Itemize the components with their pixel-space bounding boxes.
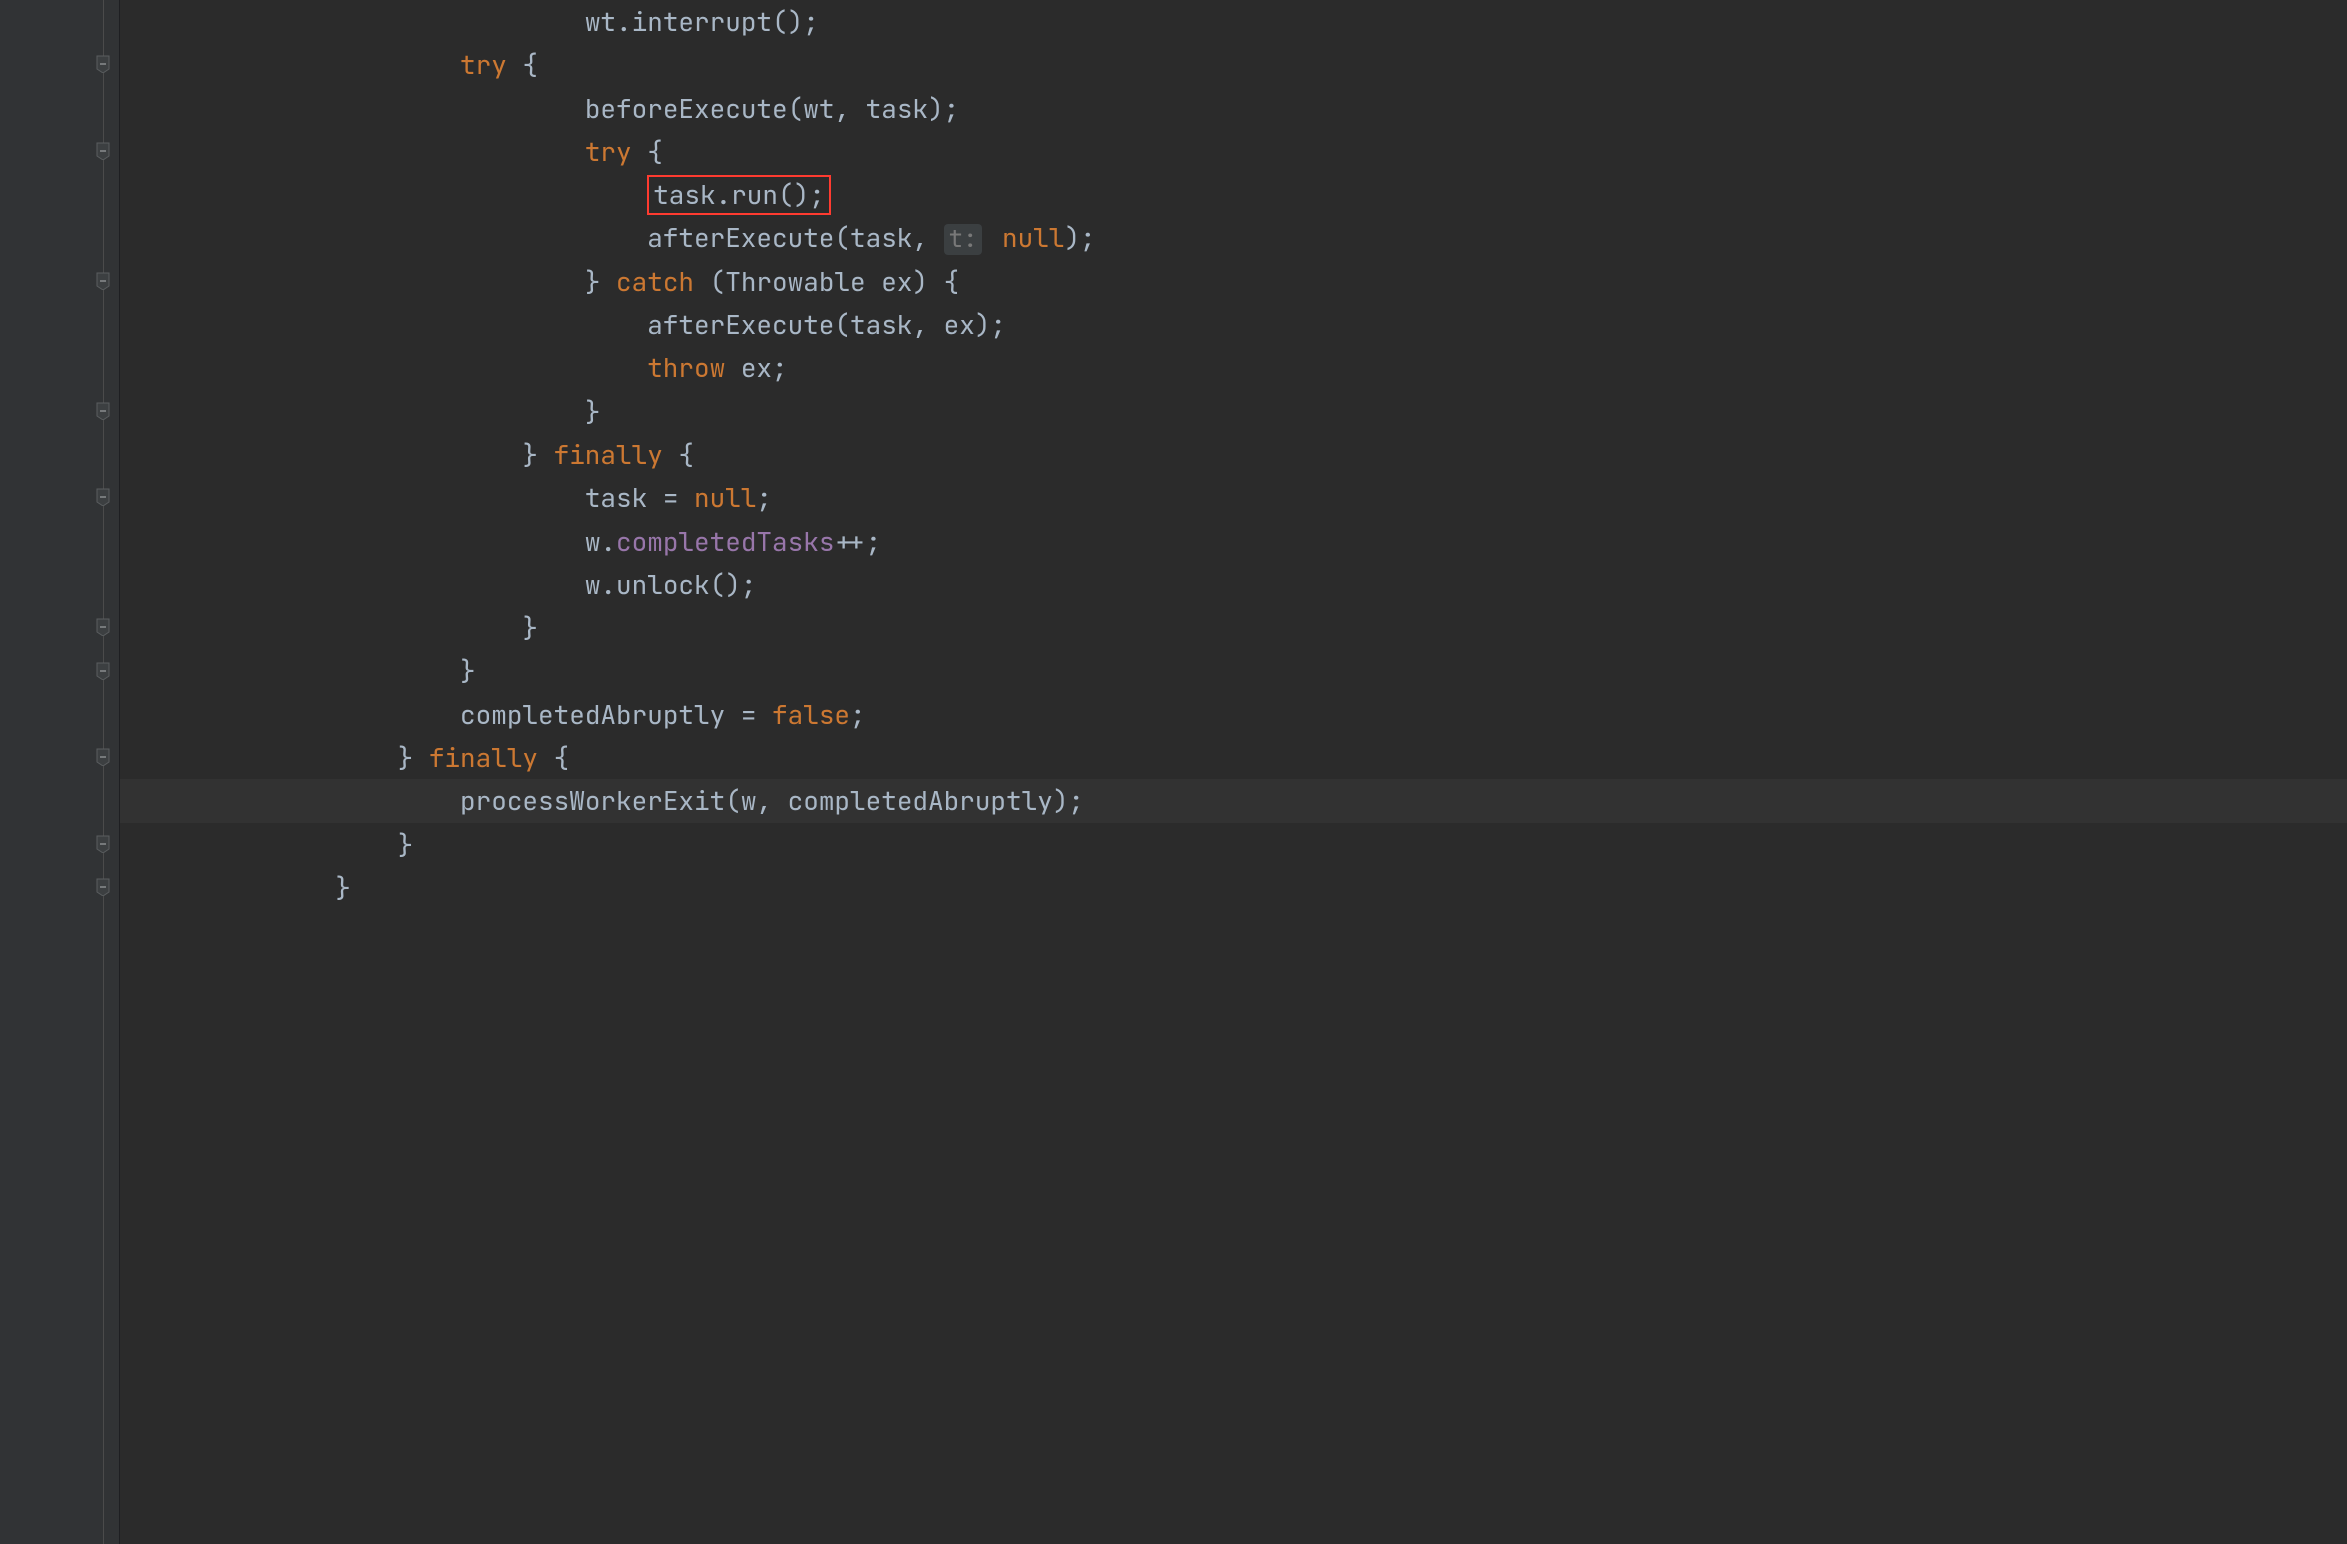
code-token: try bbox=[460, 47, 507, 82]
indent bbox=[148, 4, 585, 39]
code-token: { bbox=[632, 134, 663, 169]
code-token: } bbox=[585, 394, 601, 429]
code-token: } bbox=[585, 264, 616, 299]
code-token: (Throwable ex) { bbox=[694, 264, 959, 299]
code-line[interactable]: wt.interrupt(); bbox=[120, 0, 2347, 43]
indent bbox=[148, 394, 585, 429]
code-line[interactable]: } catch (Throwable ex) { bbox=[120, 260, 2347, 303]
indent bbox=[148, 610, 522, 645]
code-token: { bbox=[663, 437, 694, 472]
fold-toggle-icon[interactable] bbox=[94, 55, 112, 73]
code-line[interactable]: } finally { bbox=[120, 736, 2347, 779]
indent bbox=[148, 264, 585, 299]
code-editor[interactable]: wt.interrupt(); try { beforeExecute(wt, … bbox=[0, 0, 2347, 1544]
fold-toggle-icon[interactable] bbox=[94, 142, 112, 160]
code-token: task.run(); bbox=[653, 177, 825, 212]
code-token: } bbox=[522, 437, 553, 472]
code-line[interactable]: } bbox=[120, 866, 2347, 909]
indent bbox=[148, 827, 398, 862]
indent bbox=[148, 91, 585, 126]
parameter-hint: t: bbox=[944, 224, 983, 255]
indent bbox=[148, 740, 398, 775]
code-line[interactable]: try { bbox=[120, 43, 2347, 86]
code-line[interactable]: } bbox=[120, 390, 2347, 433]
highlighted-box: task.run(); bbox=[647, 175, 831, 215]
code-token: null bbox=[1002, 220, 1064, 255]
code-line[interactable]: completedAbruptly = false; bbox=[120, 693, 2347, 736]
indent bbox=[148, 177, 647, 212]
code-line[interactable]: } bbox=[120, 823, 2347, 866]
indent bbox=[148, 870, 335, 905]
fold-toggle-icon[interactable] bbox=[94, 878, 112, 896]
code-line[interactable]: task = null; bbox=[120, 476, 2347, 519]
indent bbox=[148, 134, 585, 169]
code-token: wt.interrupt(); bbox=[585, 4, 819, 39]
fold-toggle-icon[interactable] bbox=[94, 272, 112, 290]
code-token: try bbox=[585, 134, 632, 169]
code-line[interactable]: } bbox=[120, 606, 2347, 649]
indent bbox=[148, 480, 585, 515]
code-token: ; bbox=[756, 480, 772, 515]
indent bbox=[148, 220, 647, 255]
code-line[interactable]: processWorkerExit(w, completedAbruptly); bbox=[120, 779, 2347, 822]
code-token: } bbox=[398, 740, 429, 775]
fold-toggle-icon[interactable] bbox=[94, 488, 112, 506]
code-token: task = bbox=[585, 480, 694, 515]
code-line[interactable]: afterExecute(task, ex); bbox=[120, 303, 2347, 346]
code-token: beforeExecute(wt, task); bbox=[585, 91, 959, 126]
code-token: ); bbox=[1064, 220, 1095, 255]
code-token bbox=[986, 220, 1002, 255]
fold-toggle-icon[interactable] bbox=[94, 748, 112, 766]
code-line[interactable]: w.completedTasks++; bbox=[120, 520, 2347, 563]
code-token: throw bbox=[647, 350, 725, 385]
indent bbox=[148, 697, 460, 732]
code-area[interactable]: wt.interrupt(); try { beforeExecute(wt, … bbox=[120, 0, 2347, 1544]
indent bbox=[148, 653, 460, 688]
code-token: ex; bbox=[725, 350, 787, 385]
indent bbox=[148, 350, 647, 385]
code-line[interactable]: throw ex; bbox=[120, 346, 2347, 389]
indent bbox=[148, 307, 647, 342]
code-token: } bbox=[522, 610, 538, 645]
code-token: completedTasks bbox=[616, 524, 834, 559]
code-token: afterExecute(task, bbox=[647, 220, 943, 255]
indent bbox=[148, 437, 522, 472]
code-token: } bbox=[335, 870, 351, 905]
indent bbox=[148, 524, 585, 559]
code-token: finally bbox=[429, 740, 538, 775]
code-token: { bbox=[507, 47, 538, 82]
code-line[interactable]: w.unlock(); bbox=[120, 563, 2347, 606]
code-token: afterExecute(task, ex); bbox=[647, 307, 1006, 342]
gutter bbox=[0, 0, 120, 1544]
indent bbox=[148, 567, 585, 602]
code-token: null bbox=[694, 480, 756, 515]
code-token: } bbox=[398, 827, 414, 862]
code-token: catch bbox=[616, 264, 694, 299]
code-line[interactable]: afterExecute(task, t: null); bbox=[120, 216, 2347, 259]
fold-toggle-icon[interactable] bbox=[94, 835, 112, 853]
code-line[interactable]: task.run(); bbox=[120, 173, 2347, 216]
code-token: w.unlock(); bbox=[585, 567, 757, 602]
code-token: false bbox=[772, 697, 850, 732]
fold-toggle-icon[interactable] bbox=[94, 618, 112, 636]
fold-toggle-icon[interactable] bbox=[94, 662, 112, 680]
code-line[interactable]: beforeExecute(wt, task); bbox=[120, 87, 2347, 130]
fold-toggle-icon[interactable] bbox=[94, 402, 112, 420]
code-token: finally bbox=[554, 437, 663, 472]
code-token: { bbox=[538, 740, 569, 775]
code-token: ++; bbox=[834, 524, 881, 559]
indent bbox=[148, 47, 460, 82]
code-line[interactable]: } finally { bbox=[120, 433, 2347, 476]
indent bbox=[148, 783, 460, 818]
code-token: } bbox=[460, 653, 476, 688]
code-token: processWorkerExit(w, completedAbruptly); bbox=[460, 783, 1084, 818]
code-token: ; bbox=[850, 697, 866, 732]
code-token: w. bbox=[585, 524, 616, 559]
code-line[interactable]: try { bbox=[120, 130, 2347, 173]
code-token: completedAbruptly = bbox=[460, 697, 772, 732]
fold-guide-line bbox=[103, 0, 104, 1544]
code-line[interactable]: } bbox=[120, 649, 2347, 692]
